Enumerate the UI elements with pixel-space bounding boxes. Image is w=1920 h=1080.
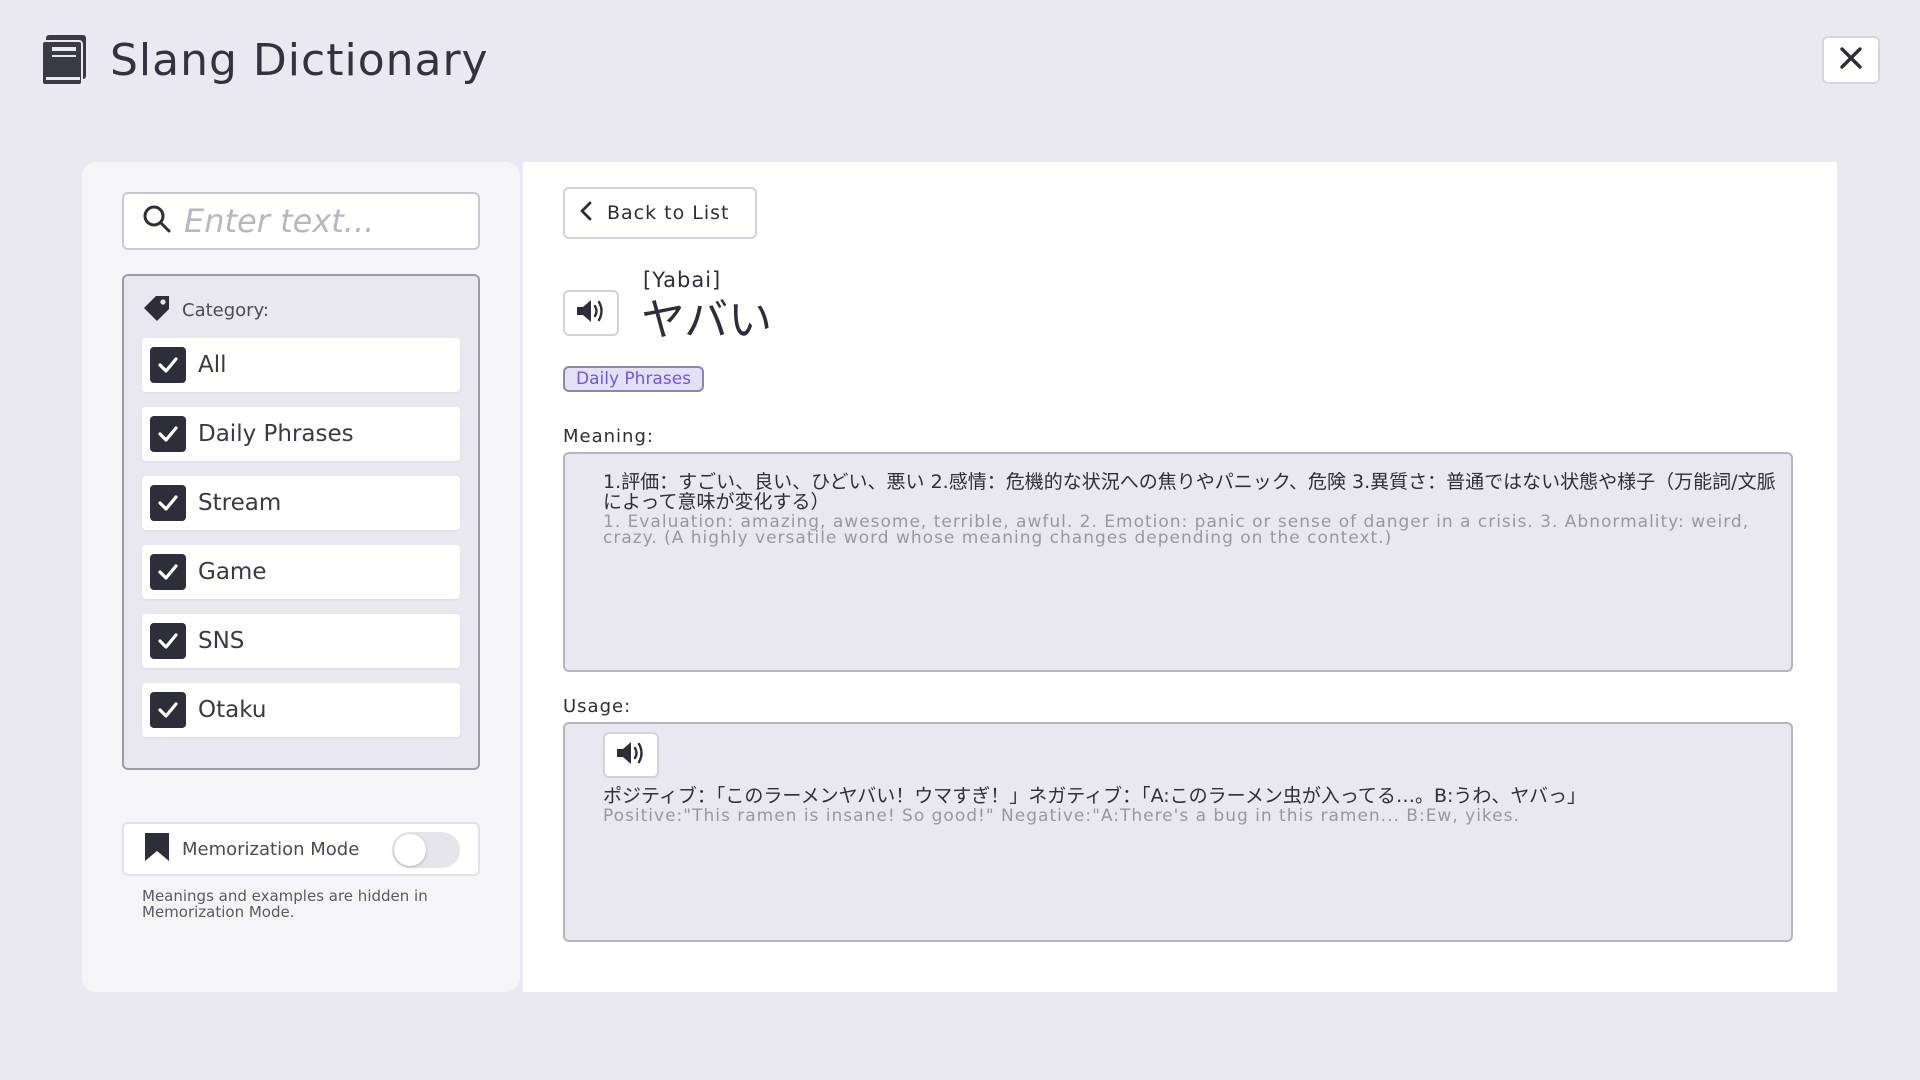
search-box <box>122 192 480 250</box>
speaker-icon <box>575 297 607 329</box>
tag-icon <box>142 293 172 327</box>
close-button[interactable] <box>1822 36 1880 84</box>
search-input[interactable] <box>182 201 472 241</box>
check-icon <box>158 702 178 718</box>
back-to-list-button[interactable]: Back to List <box>563 187 757 239</box>
checkbox-checked[interactable] <box>150 347 186 383</box>
checkbox-checked[interactable] <box>150 485 186 521</box>
meaning-label: Meaning: <box>563 426 654 447</box>
category-item-game[interactable]: Game <box>142 545 460 599</box>
filter-panel: Category: All Daily Phrases Stream Game <box>82 162 520 992</box>
back-to-list-label: Back to List <box>607 202 730 224</box>
category-item-label: All <box>198 352 227 378</box>
usage-en-text: Positive:"This ramen is insane! So good!… <box>603 806 1520 826</box>
memorization-mode-label: Memorization Mode <box>182 838 360 860</box>
toggle-knob <box>394 834 426 866</box>
check-icon <box>158 357 178 373</box>
speaker-icon <box>615 739 647 771</box>
bookmark-icon <box>144 832 170 866</box>
category-item-label: Otaku <box>198 697 267 723</box>
close-icon <box>1839 46 1863 74</box>
check-icon <box>158 633 178 649</box>
app-header: Slang Dictionary <box>40 30 489 90</box>
meaning-jp-text: 1.評価：すごい、良い、ひどい、悪い 2.感情：危機的な状況への焦りやパニック、… <box>603 471 1776 513</box>
term-word: ヤバい <box>641 295 773 346</box>
checkbox-checked[interactable] <box>150 692 186 728</box>
category-item-label: Game <box>198 559 267 585</box>
memorization-mode-note: Meanings and examples are hidden in Memo… <box>142 887 428 921</box>
category-item-daily-phrases[interactable]: Daily Phrases <box>142 407 460 461</box>
search-icon <box>142 204 172 238</box>
category-item-sns[interactable]: SNS <box>142 614 460 668</box>
check-icon <box>158 495 178 511</box>
category-filter: Category: All Daily Phrases Stream Game <box>122 274 480 770</box>
checkbox-checked[interactable] <box>150 554 186 590</box>
book-icon <box>40 33 90 87</box>
category-header: Category: <box>142 294 269 326</box>
detail-panel: Back to List [Yabai] ヤバい Daily Phrases M… <box>523 162 1837 992</box>
category-item-label: Daily Phrases <box>198 421 354 447</box>
category-item-all[interactable]: All <box>142 338 460 392</box>
category-item-label: Stream <box>198 490 282 516</box>
pronounce-term-button[interactable] <box>563 290 619 336</box>
memorization-mode-toggle[interactable] <box>392 832 460 868</box>
category-item-stream[interactable]: Stream <box>142 476 460 530</box>
meaning-box: 1.評価：すごい、良い、ひどい、悪い 2.感情：危機的な状況への焦りやパニック、… <box>563 452 1793 672</box>
chevron-left-icon <box>577 200 595 226</box>
usage-label: Usage: <box>563 696 632 717</box>
app-title: Slang Dictionary <box>110 34 489 86</box>
check-icon <box>158 564 178 580</box>
checkbox-checked[interactable] <box>150 623 186 659</box>
pronounce-usage-button[interactable] <box>603 732 659 778</box>
category-label: Category: <box>182 299 269 321</box>
category-item-otaku[interactable]: Otaku <box>142 683 460 737</box>
check-icon <box>158 426 178 442</box>
usage-box: ポジティブ：「このラーメンヤバい！ウマすぎ！」ネガティブ：「A:このラーメン虫が… <box>563 722 1793 942</box>
category-item-label: SNS <box>198 628 245 654</box>
usage-jp-text: ポジティブ：「このラーメンヤバい！ウマすぎ！」ネガティブ：「A:このラーメン虫が… <box>603 785 1586 807</box>
checkbox-checked[interactable] <box>150 416 186 452</box>
memorization-mode-row: Memorization Mode <box>122 822 480 876</box>
meaning-en-text: 1. Evaluation: amazing, awesome, terribl… <box>603 512 1750 548</box>
category-tag: Daily Phrases <box>563 366 705 392</box>
